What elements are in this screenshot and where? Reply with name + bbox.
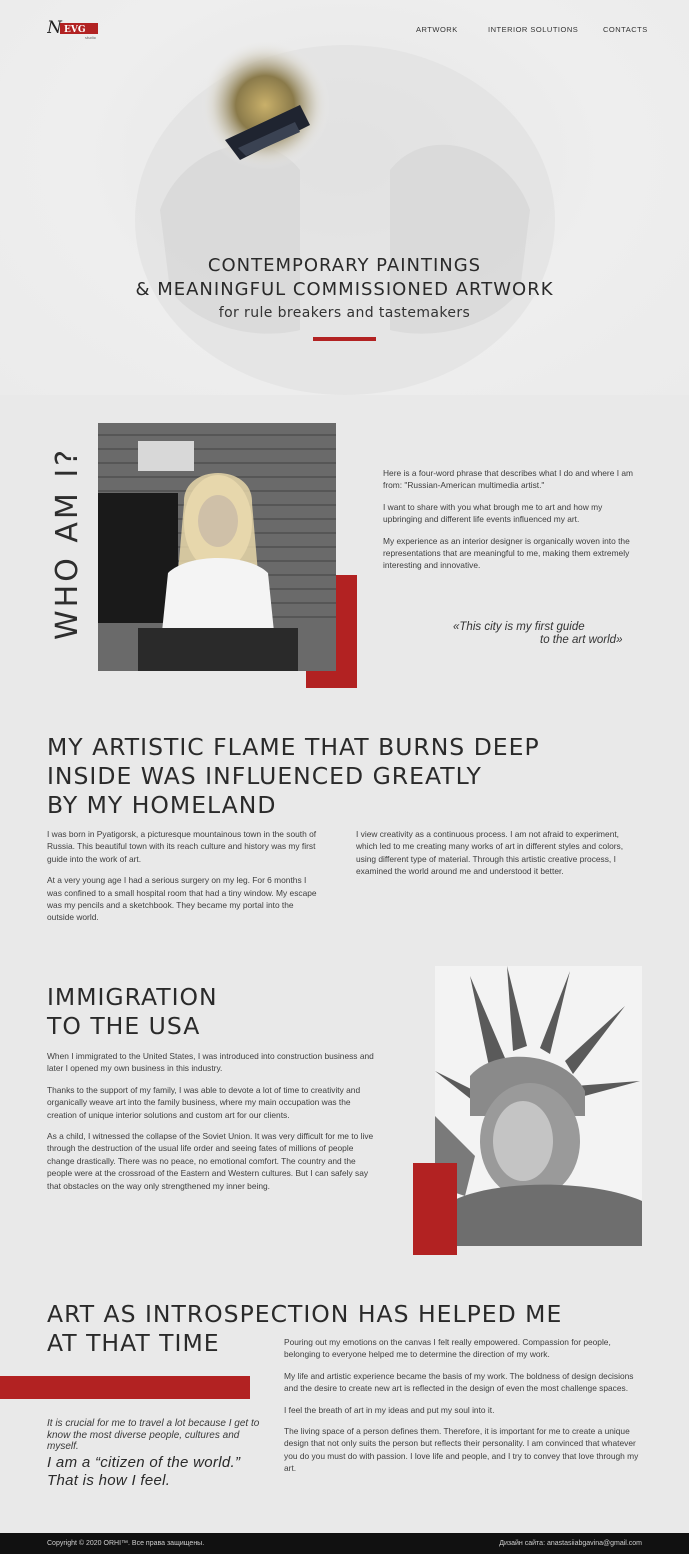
immigration-paragraph: Thanks to the support of my family, I wa… bbox=[47, 1084, 361, 1120]
footer-design-credit[interactable]: Дизайн сайта: anastasiiabgavina@gmail.co… bbox=[499, 1540, 642, 1547]
hero-title-line2: & MEANINGFUL COMMISSIONED ARTWORK bbox=[135, 279, 554, 300]
introspection-paragraph: Pouring out my emotions on the canvas I … bbox=[284, 1337, 611, 1360]
introspection-text: Pouring out my emotions on the canvas I … bbox=[284, 1336, 644, 1484]
flame-paragraph: At a very young age I had a serious surg… bbox=[47, 875, 317, 923]
hero-title-line1: CONTEMPORARY PAINTINGS bbox=[207, 255, 482, 276]
hero-accent-bar bbox=[313, 337, 376, 341]
introspection-paragraph: My life and artistic experience became t… bbox=[284, 1370, 634, 1394]
introspection-quote-big: I am a “citizen of the world.” That is h… bbox=[47, 1454, 241, 1489]
svg-text:EVG: EVG bbox=[64, 25, 86, 35]
immigration-text: When I immigrated to the United States, … bbox=[47, 1050, 377, 1201]
immigration-paragraph: When I immigrated to the United States, … bbox=[47, 1051, 374, 1074]
introspection-quote-small: It is crucial for me to travel a lot bec… bbox=[47, 1418, 260, 1452]
statue-of-liberty-image bbox=[435, 966, 642, 1246]
footer-copyright: Copyright © 2020 ORHI™. Все права защище… bbox=[47, 1540, 205, 1547]
heading-line: ART AS INTROSPECTION HAS HELPED ME bbox=[47, 1300, 563, 1328]
flame-paragraph: I was born in Pyatigorsk, a picturesque … bbox=[47, 829, 317, 864]
immigration-paragraph: As a child, I witnessed the collapse of … bbox=[47, 1131, 374, 1191]
heading-line: IMMIGRATION bbox=[47, 983, 218, 1011]
who-paragraph: My experience as an interior designer is… bbox=[383, 535, 630, 571]
introspection-paragraph: The living space of a person defines the… bbox=[284, 1426, 639, 1474]
site-logo[interactable]: N EVG studio bbox=[46, 18, 99, 40]
hero-section: N EVG studio ARTWORK INTERIOR SOLUTIONS … bbox=[0, 0, 689, 395]
hero-subtitle: for rule breakers and tastemakers bbox=[218, 305, 471, 321]
flame-paragraph: I view creativity as a continuous proces… bbox=[356, 829, 624, 877]
flame-right-column: I view creativity as a continuous proces… bbox=[356, 828, 641, 878]
artist-portrait-image bbox=[98, 423, 336, 671]
introspection-paragraph: I feel the breath of art in my ideas and… bbox=[284, 1404, 495, 1415]
who-paragraph: Here is a four-word phrase that describe… bbox=[383, 468, 633, 491]
introspection-accent-bar bbox=[0, 1376, 250, 1399]
heading-line: TO THE USA bbox=[47, 1012, 201, 1040]
who-description: Here is a four-word phrase that describe… bbox=[383, 467, 638, 581]
hero-background-art bbox=[135, 40, 555, 395]
who-quote-line1: «This city is my first guide bbox=[453, 621, 585, 633]
heading-line: MY ARTISTIC FLAME THAT BURNS DEEP bbox=[47, 733, 540, 761]
heading-line: BY MY HOMELAND bbox=[47, 791, 277, 819]
flame-heading: MY ARTISTIC FLAME THAT BURNS DEEP INSIDE… bbox=[47, 733, 607, 820]
who-quote-line2: to the art world» bbox=[540, 634, 623, 646]
site-footer: Copyright © 2020 ORHI™. Все права защище… bbox=[0, 1533, 689, 1554]
nav-interior-solutions[interactable]: INTERIOR SOLUTIONS bbox=[488, 25, 578, 34]
who-paragraph: I want to share with you what brough me … bbox=[383, 501, 603, 525]
immigration-heading: IMMIGRATION TO THE USA bbox=[47, 983, 367, 1041]
who-am-i-heading: WHO AM I? bbox=[50, 446, 85, 640]
flame-left-column: I was born in Pyatigorsk, a picturesque … bbox=[47, 828, 322, 933]
svg-text:studio: studio bbox=[85, 36, 96, 40]
heading-line: INSIDE WAS INFLUENCED GREATLY bbox=[47, 762, 482, 790]
nav-artwork[interactable]: ARTWORK bbox=[416, 25, 458, 34]
nav-contacts[interactable]: CONTACTS bbox=[603, 25, 648, 34]
immigration-accent-block bbox=[413, 1163, 457, 1255]
